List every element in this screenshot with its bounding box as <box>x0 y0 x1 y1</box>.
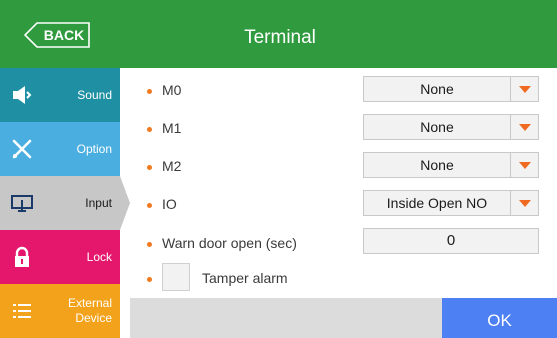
bullet <box>147 89 152 94</box>
back-button[interactable]: BACK <box>24 22 90 48</box>
io-label: IO <box>162 196 177 212</box>
m1-label: M1 <box>162 120 182 136</box>
sidebar-item-label: External Device <box>67 296 112 325</box>
sidebar-item-label: Lock <box>86 249 112 264</box>
bottom-bar <box>130 298 442 338</box>
dropdown-arrow-icon[interactable] <box>510 77 538 101</box>
bullet <box>147 127 152 132</box>
ok-button[interactable]: OK <box>442 298 557 338</box>
sidebar-item-input[interactable]: Input <box>0 176 120 230</box>
sidebar: Sound Option Input Lock External Device <box>0 68 130 338</box>
warn-door-label: Warn door open (sec) <box>162 235 297 251</box>
sidebar-item-external-device[interactable]: External Device <box>0 284 120 338</box>
io-select[interactable]: Inside Open NO <box>363 190 539 216</box>
m2-select[interactable]: None <box>363 152 539 178</box>
m0-value: None <box>420 81 454 97</box>
dropdown-arrow-icon[interactable] <box>510 191 538 215</box>
selected-pointer <box>120 176 130 230</box>
warn-door-field[interactable]: 0 <box>363 228 539 254</box>
m1-value: None <box>420 119 454 135</box>
m1-select[interactable]: None <box>363 114 539 140</box>
bullet <box>147 203 152 208</box>
m2-label: M2 <box>162 158 182 174</box>
back-label: BACK <box>43 27 85 43</box>
sidebar-item-label: Option <box>76 141 112 156</box>
tools-icon <box>10 137 34 161</box>
speaker-icon <box>10 83 34 107</box>
title-bar: BACK Terminal <box>0 0 557 68</box>
list-icon <box>10 299 34 323</box>
bullet <box>147 242 152 247</box>
tamper-checkbox[interactable] <box>162 263 190 291</box>
tamper-label: Tamper alarm <box>202 270 288 286</box>
m2-value: None <box>420 157 454 173</box>
sidebar-item-option[interactable]: Option <box>0 122 120 176</box>
setting-row-m0: M0 None <box>130 72 557 108</box>
bullet <box>147 277 152 282</box>
dropdown-arrow-icon[interactable] <box>510 115 538 139</box>
setting-row-warn-door: Warn door open (sec) 0 <box>130 225 557 261</box>
sidebar-item-label: Sound <box>77 87 112 102</box>
setting-row-m1: M1 None <box>130 110 557 146</box>
setting-row-tamper: Tamper alarm <box>130 260 557 296</box>
setting-row-io: IO Inside Open NO <box>130 186 557 222</box>
sidebar-item-lock[interactable]: Lock <box>0 230 120 284</box>
bullet <box>147 165 152 170</box>
sidebar-item-label: Input <box>85 195 112 210</box>
page-title: Terminal <box>244 27 316 48</box>
dropdown-arrow-icon[interactable] <box>510 153 538 177</box>
monitor-icon <box>10 191 34 215</box>
setting-row-m2: M2 None <box>130 148 557 184</box>
io-value: Inside Open NO <box>386 195 488 211</box>
m0-label: M0 <box>162 82 182 98</box>
lock-icon <box>10 245 34 269</box>
m0-select[interactable]: None <box>363 76 539 102</box>
sidebar-item-sound[interactable]: Sound <box>0 68 120 122</box>
